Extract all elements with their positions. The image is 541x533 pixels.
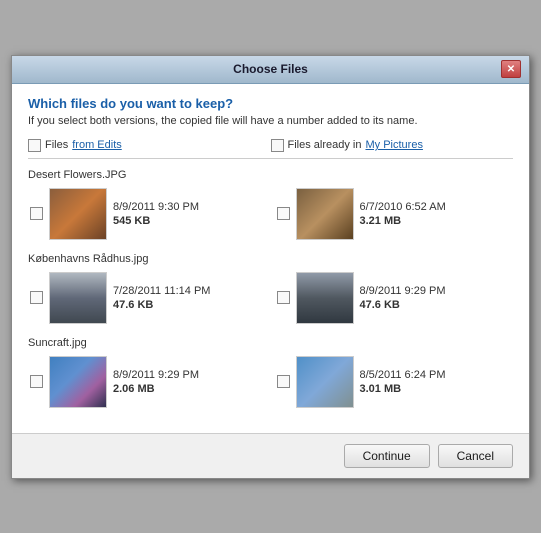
dialog-window: Choose Files ✕ Which files do you want t… (11, 55, 530, 479)
header-subtext: If you select both versions, the copied … (28, 115, 513, 127)
right-col-link[interactable]: My Pictures (365, 139, 422, 151)
file-date-right-2: 8/5/2011 6:24 PM (360, 369, 446, 381)
right-col-checkbox[interactable] (271, 139, 284, 152)
continue-button[interactable]: Continue (344, 444, 430, 468)
file-checkbox-left-0[interactable] (30, 207, 43, 220)
thumb-right-2 (296, 356, 354, 408)
columns-header: Files from Edits Files already in My Pic… (28, 139, 513, 159)
file-entry-left-1: 7/28/2011 11:14 PM 47.6 KB (28, 269, 267, 327)
file-name-1: Københavns Rådhus.jpg (28, 253, 513, 265)
file-checkbox-right-1[interactable] (277, 291, 290, 304)
thumb-right-0 (296, 188, 354, 240)
thumb-left-2 (49, 356, 107, 408)
file-row-1: 7/28/2011 11:14 PM 47.6 KB 8/9/2011 9:29… (28, 269, 513, 327)
file-info-left-0: 8/9/2011 9:30 PM 545 KB (113, 201, 199, 227)
dialog-content: Which files do you want to keep? If you … (12, 84, 529, 433)
file-section-1: Københavns Rådhus.jpg 7/28/2011 11:14 PM… (28, 253, 513, 327)
file-name-0: Desert Flowers.JPG (28, 169, 513, 181)
file-section-2: Suncraft.jpg 8/9/2011 9:29 PM 2.06 MB 8/… (28, 337, 513, 411)
thumb-right-1 (296, 272, 354, 324)
right-col-prefix: Files already in (288, 139, 362, 151)
file-date-left-0: 8/9/2011 9:30 PM (113, 201, 199, 213)
file-info-right-2: 8/5/2011 6:24 PM 3.01 MB (360, 369, 446, 395)
right-col-header: Files already in My Pictures (271, 139, 514, 152)
file-size-left-1: 47.6 KB (113, 299, 210, 311)
file-checkbox-left-2[interactable] (30, 375, 43, 388)
file-info-left-1: 7/28/2011 11:14 PM 47.6 KB (113, 285, 210, 311)
bottom-bar: Continue Cancel (12, 433, 529, 478)
file-info-left-2: 8/9/2011 9:29 PM 2.06 MB (113, 369, 199, 395)
file-date-left-2: 8/9/2011 9:29 PM (113, 369, 199, 381)
file-info-right-1: 8/9/2011 9:29 PM 47.6 KB (360, 285, 446, 311)
file-entry-right-1: 8/9/2011 9:29 PM 47.6 KB (275, 269, 514, 327)
thumb-left-0 (49, 188, 107, 240)
file-checkbox-right-0[interactable] (277, 207, 290, 220)
file-entry-right-2: 8/5/2011 6:24 PM 3.01 MB (275, 353, 514, 411)
file-entry-left-2: 8/9/2011 9:29 PM 2.06 MB (28, 353, 267, 411)
file-info-right-0: 6/7/2010 6:52 AM 3.21 MB (360, 201, 446, 227)
file-checkbox-right-2[interactable] (277, 375, 290, 388)
header-question: Which files do you want to keep? (28, 96, 513, 111)
dialog-title: Choose Files (40, 62, 501, 76)
thumb-left-1 (49, 272, 107, 324)
file-date-right-1: 8/9/2011 9:29 PM (360, 285, 446, 297)
left-col-prefix: Files (45, 139, 68, 151)
file-entry-left-0: 8/9/2011 9:30 PM 545 KB (28, 185, 267, 243)
file-name-2: Suncraft.jpg (28, 337, 513, 349)
file-size-left-0: 545 KB (113, 215, 199, 227)
file-size-right-1: 47.6 KB (360, 299, 446, 311)
left-col-header: Files from Edits (28, 139, 271, 152)
file-row-0: 8/9/2011 9:30 PM 545 KB 6/7/2010 6:52 AM… (28, 185, 513, 243)
file-section-0: Desert Flowers.JPG 8/9/2011 9:30 PM 545 … (28, 169, 513, 243)
file-size-left-2: 2.06 MB (113, 383, 199, 395)
left-col-link[interactable]: from Edits (72, 139, 122, 151)
cancel-button[interactable]: Cancel (438, 444, 513, 468)
close-button[interactable]: ✕ (501, 60, 521, 78)
left-col-checkbox[interactable] (28, 139, 41, 152)
file-date-left-1: 7/28/2011 11:14 PM (113, 285, 210, 297)
title-bar: Choose Files ✕ (12, 56, 529, 84)
file-checkbox-left-1[interactable] (30, 291, 43, 304)
file-size-right-0: 3.21 MB (360, 215, 446, 227)
file-entry-right-0: 6/7/2010 6:52 AM 3.21 MB (275, 185, 514, 243)
file-size-right-2: 3.01 MB (360, 383, 446, 395)
file-date-right-0: 6/7/2010 6:52 AM (360, 201, 446, 213)
file-row-2: 8/9/2011 9:29 PM 2.06 MB 8/5/2011 6:24 P… (28, 353, 513, 411)
